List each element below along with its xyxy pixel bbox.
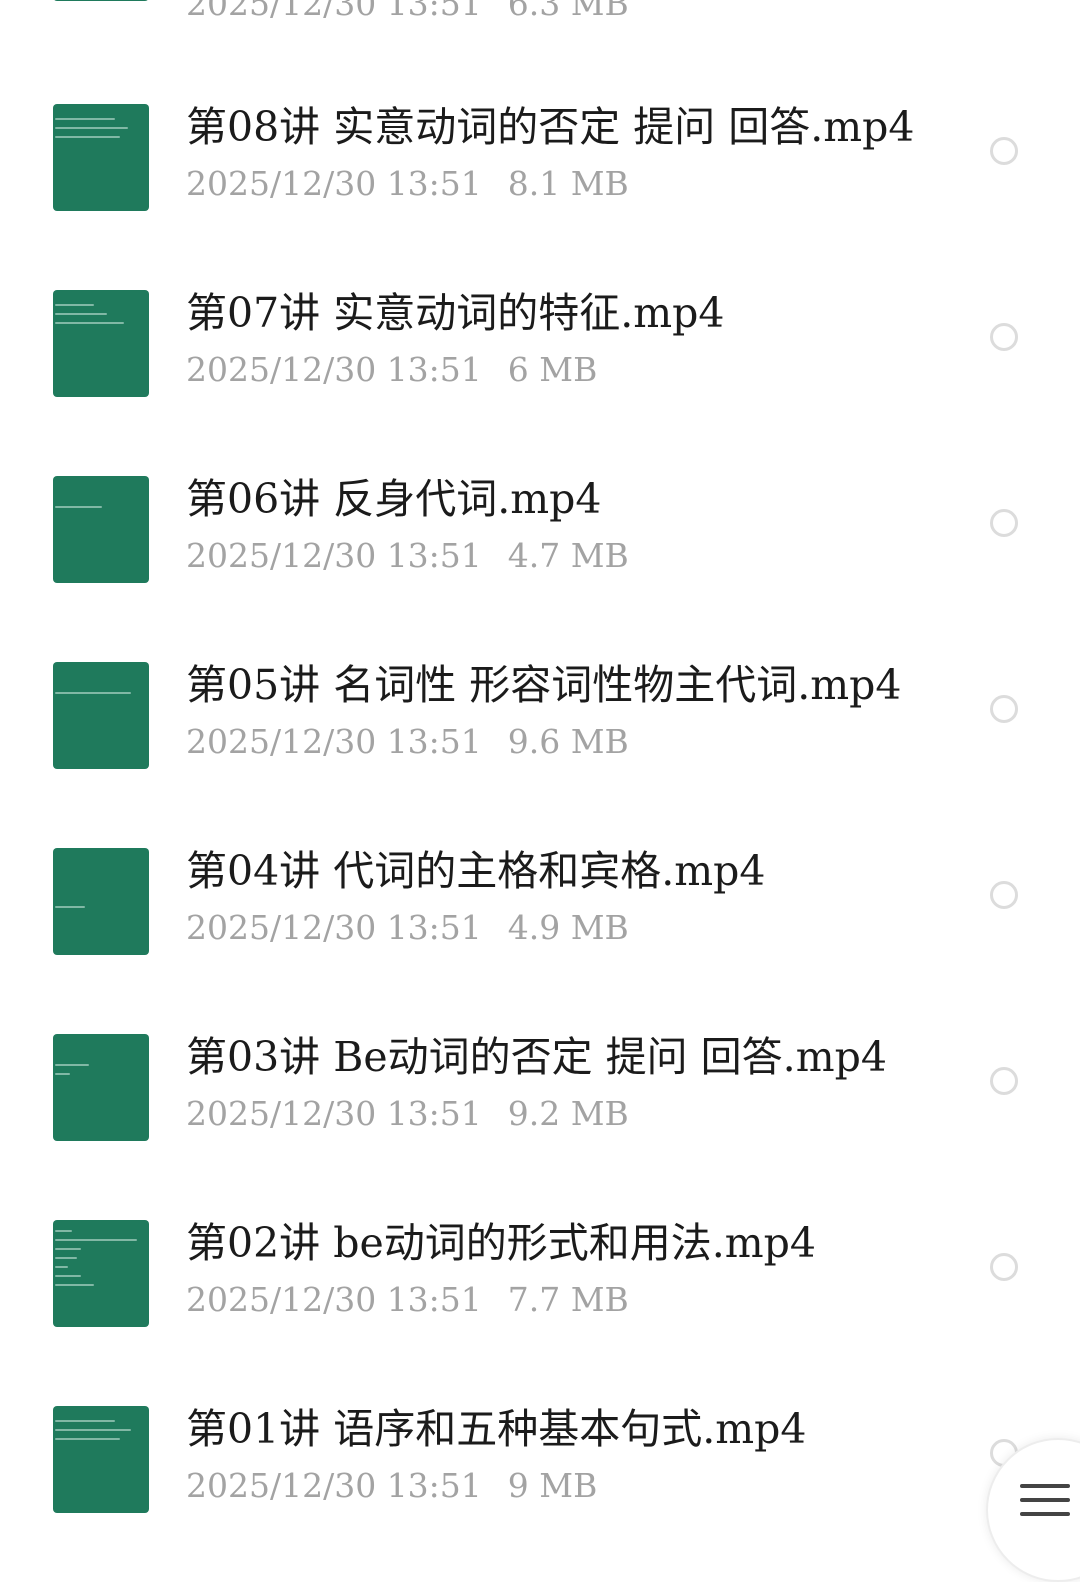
file-meta: 2025/12/30 13:51 8.1 MB xyxy=(186,164,629,204)
file-name[interactable]: 第05讲 名词性 形容词性物主代词.mp4 xyxy=(186,660,901,710)
video-thumbnail[interactable] xyxy=(53,290,149,397)
file-date: 2025/12/30 13:51 xyxy=(186,1094,482,1133)
file-meta: 2025/12/30 13:51 4.9 MB xyxy=(186,908,629,948)
file-row[interactable]: 第03讲 Be动词的否定 提问 回答.mp4 2025/12/30 13:51 9… xyxy=(0,994,1080,1180)
file-row[interactable]: 第06讲 反身代词.mp4 2025/12/30 13:51 4.7 MB xyxy=(0,436,1080,622)
file-size: 6 MB xyxy=(507,350,598,389)
file-name[interactable]: 第06讲 反身代词.mp4 xyxy=(186,474,601,524)
file-size: 8.1 MB xyxy=(507,164,629,203)
file-date: 2025/12/30 13:51 xyxy=(186,1466,482,1505)
file-date: 2025/12/30 13:51 xyxy=(186,0,482,23)
file-date: 2025/12/30 13:51 xyxy=(186,1280,482,1319)
file-row[interactable]: 第07讲 实意动词的特征.mp4 2025/12/30 13:51 6 MB xyxy=(0,250,1080,436)
select-radio-icon[interactable] xyxy=(990,323,1018,351)
video-thumbnail[interactable] xyxy=(53,104,149,211)
file-size: 9.2 MB xyxy=(507,1094,629,1133)
select-radio-icon[interactable] xyxy=(990,695,1018,723)
file-row[interactable]: 第01讲 语序和五种基本句式.mp4 2025/12/30 13:51 9 MB xyxy=(0,1366,1080,1552)
video-thumbnail[interactable] xyxy=(53,476,149,583)
file-name[interactable]: 第07讲 实意动词的特征.mp4 xyxy=(186,288,724,338)
video-thumbnail[interactable] xyxy=(53,1034,149,1141)
file-size: 9 MB xyxy=(507,1466,598,1505)
video-thumbnail[interactable] xyxy=(53,0,149,1)
file-size: 4.7 MB xyxy=(507,536,629,575)
file-row[interactable]: 第04讲 代词的主格和宾格.mp4 2025/12/30 13:51 4.9 MB xyxy=(0,808,1080,994)
file-meta: 2025/12/30 13:51 6 MB xyxy=(186,350,597,390)
file-row[interactable]: 第02讲 be动词的形式和用法.mp4 2025/12/30 13:51 7.7 … xyxy=(0,1180,1080,1366)
select-radio-icon[interactable] xyxy=(990,881,1018,909)
file-date: 2025/12/30 13:51 xyxy=(186,164,482,203)
select-radio-icon[interactable] xyxy=(990,509,1018,537)
file-size: 6.3 MB xyxy=(507,0,629,23)
file-name[interactable]: 第08讲 实意动词的否定 提问 回答.mp4 xyxy=(186,102,915,152)
select-radio-icon[interactable] xyxy=(990,1253,1018,1281)
file-meta: 2025/12/30 13:51 9.6 MB xyxy=(186,722,629,762)
file-name[interactable]: 第03讲 Be动词的否定 提问 回答.mp4 xyxy=(186,1032,887,1082)
file-size: 7.7 MB xyxy=(507,1280,629,1319)
video-thumbnail[interactable] xyxy=(53,1406,149,1513)
video-thumbnail[interactable] xyxy=(53,848,149,955)
file-meta: 2025/12/30 13:51 6.3 MB xyxy=(186,0,629,24)
file-name[interactable]: 第01讲 语序和五种基本句式.mp4 xyxy=(186,1404,806,1454)
file-list: 2025/12/30 13:51 6.3 MB 第08讲 实意动词的否定 提问 回… xyxy=(0,0,1080,1533)
file-name[interactable]: 第02讲 be动词的形式和用法.mp4 xyxy=(186,1218,816,1268)
file-meta: 2025/12/30 13:51 4.7 MB xyxy=(186,536,629,576)
select-radio-icon[interactable] xyxy=(990,137,1018,165)
file-date: 2025/12/30 13:51 xyxy=(186,908,482,947)
file-row[interactable]: 第05讲 名词性 形容词性物主代词.mp4 2025/12/30 13:51 9.… xyxy=(0,622,1080,808)
file-size: 4.9 MB xyxy=(507,908,629,947)
file-row[interactable]: 2025/12/30 13:51 6.3 MB xyxy=(0,0,1080,40)
file-date: 2025/12/30 13:51 xyxy=(186,350,482,389)
file-date: 2025/12/30 13:51 xyxy=(186,722,482,761)
file-meta: 2025/12/30 13:51 9 MB xyxy=(186,1466,597,1506)
select-radio-icon[interactable] xyxy=(990,1067,1018,1095)
file-meta: 2025/12/30 13:51 7.7 MB xyxy=(186,1280,629,1320)
file-date: 2025/12/30 13:51 xyxy=(186,536,482,575)
video-thumbnail[interactable] xyxy=(53,1220,149,1327)
video-thumbnail[interactable] xyxy=(53,662,149,769)
file-meta: 2025/12/30 13:51 9.2 MB xyxy=(186,1094,629,1134)
file-size: 9.6 MB xyxy=(507,722,629,761)
file-name[interactable]: 第04讲 代词的主格和宾格.mp4 xyxy=(186,846,765,896)
hamburger-menu-icon xyxy=(1020,1484,1070,1516)
file-row[interactable]: 第08讲 实意动词的否定 提问 回答.mp4 2025/12/30 13:51 8… xyxy=(0,64,1080,250)
